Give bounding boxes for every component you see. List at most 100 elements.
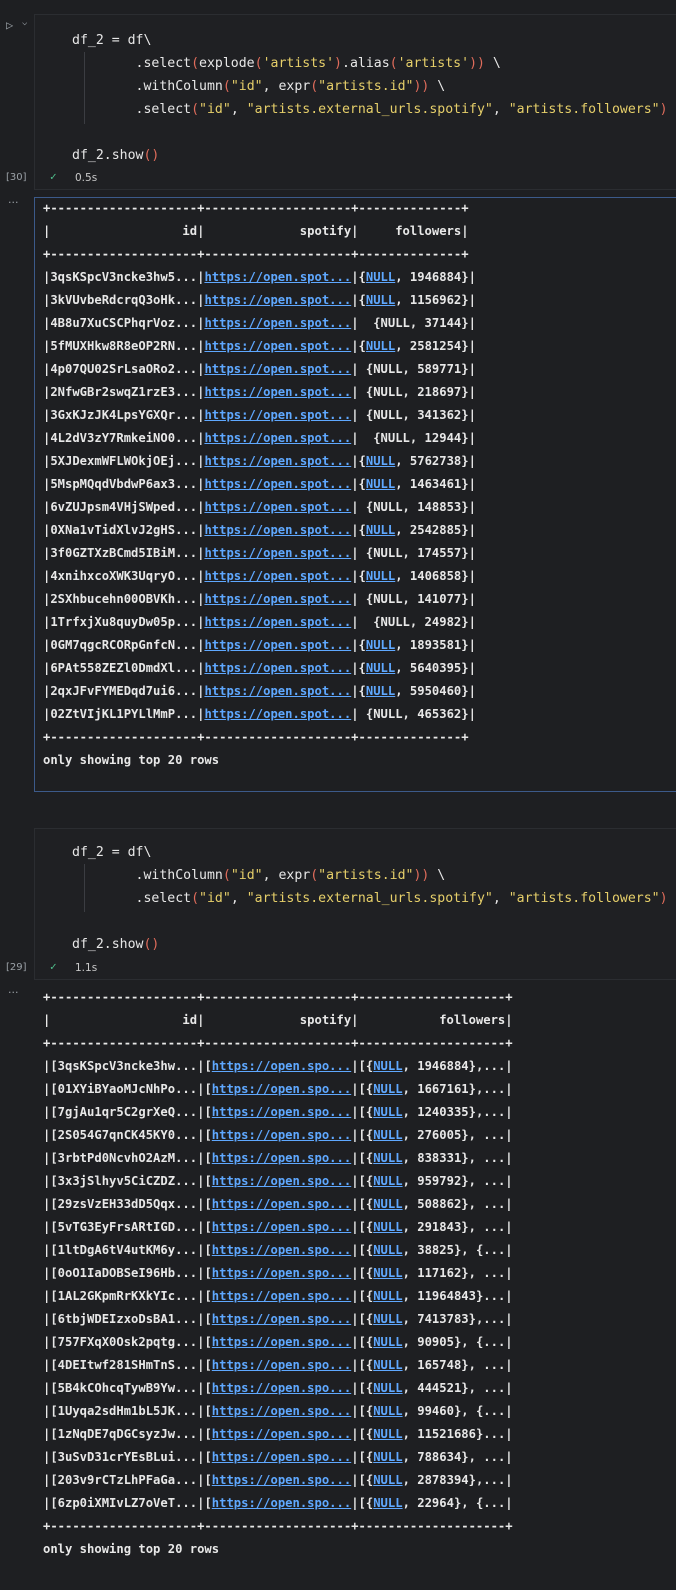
spotify-link[interactable]: https://open.spot...	[204, 684, 351, 698]
null-value[interactable]: NULL	[373, 1473, 402, 1487]
row-id: |2SXhbucehn00OBVKh...|	[43, 592, 205, 606]
spotify-link[interactable]: https://open.spot...	[204, 339, 351, 353]
code-token: (	[191, 891, 200, 906]
spotify-link[interactable]: https://open.spo...	[212, 1473, 351, 1487]
null-value[interactable]: NULL	[373, 1197, 402, 1211]
spotify-link[interactable]: https://open.spot...	[204, 454, 351, 468]
code-token: "artists.followers"	[508, 102, 660, 117]
spotify-link[interactable]: https://open.spo...	[212, 1404, 351, 1418]
null-value[interactable]: NULL	[366, 523, 395, 537]
spotify-link[interactable]: https://open.spot...	[204, 293, 351, 307]
spotify-link[interactable]: https://open.spo...	[212, 1128, 351, 1142]
spotify-link[interactable]: https://open.spo...	[212, 1358, 351, 1372]
null-value[interactable]: NULL	[373, 1358, 402, 1372]
spotify-link[interactable]: https://open.spo...	[212, 1289, 351, 1303]
spotify-link[interactable]: https://open.spo...	[212, 1174, 351, 1188]
spotify-link[interactable]: https://open.spo...	[212, 1151, 351, 1165]
null-value[interactable]: NULL	[373, 1059, 402, 1073]
null-value[interactable]: NULL	[366, 270, 395, 284]
null-value[interactable]: NULL	[373, 1243, 402, 1257]
spotify-link[interactable]: https://open.spo...	[212, 1197, 351, 1211]
spotify-link[interactable]: https://open.spot...	[204, 408, 351, 422]
chevron-down-icon[interactable]: ⌵	[22, 18, 27, 28]
row-followers: | {NULL, 37144}|	[351, 316, 476, 330]
null-value[interactable]: NULL	[366, 339, 395, 353]
null-value[interactable]: NULL	[373, 1266, 402, 1280]
null-value[interactable]: NULL	[373, 1174, 402, 1188]
code-editor-2[interactable]: df_2 = df\ .withColumn("id", expr("artis…	[72, 841, 668, 956]
spotify-link[interactable]: https://open.spot...	[204, 316, 351, 330]
null-value[interactable]: NULL	[366, 638, 395, 652]
table-row: |[3x3jSlhyv5CiCZDZ...|[https://open.spo.…	[43, 1170, 513, 1193]
row-followers: , 5950460}|	[395, 684, 476, 698]
spotify-link[interactable]: https://open.spo...	[212, 1381, 351, 1395]
row-id: |3f0GZTXzBCmd5IBiM...|	[43, 546, 205, 560]
null-value[interactable]: NULL	[373, 1220, 402, 1234]
row-id: |[3qsKSpcV3ncke3hw...|	[43, 1059, 205, 1073]
code-token: )	[334, 56, 342, 71]
null-value[interactable]: NULL	[366, 684, 395, 698]
spotify-link[interactable]: https://open.spot...	[204, 707, 351, 721]
bracket: |[{	[351, 1105, 374, 1119]
table-row: |[1AL2GKpmRrKXkYIc...|[https://open.spo.…	[43, 1285, 513, 1308]
spotify-link[interactable]: https://open.spo...	[212, 1312, 351, 1326]
spotify-link[interactable]: https://open.spo...	[212, 1450, 351, 1464]
spotify-link[interactable]: https://open.spo...	[212, 1335, 351, 1349]
row-followers: | {NULL, 589771}|	[351, 362, 476, 376]
spotify-link[interactable]: https://open.spot...	[204, 431, 351, 445]
null-value[interactable]: NULL	[366, 661, 395, 675]
code-token: .alias	[342, 56, 390, 71]
output-menu-icon[interactable]: ···	[8, 986, 19, 999]
row-id: |6vZUJpsm4VHjSWped...|	[43, 500, 205, 514]
null-value[interactable]: NULL	[373, 1427, 402, 1441]
spotify-link[interactable]: https://open.spot...	[204, 523, 351, 537]
code-editor-1[interactable]: df_2 = df\ .select(explode('artists').al…	[72, 29, 668, 167]
bracket: [	[204, 1473, 212, 1487]
spotify-link[interactable]: https://open.spo...	[212, 1427, 351, 1441]
spotify-link[interactable]: https://open.spot...	[204, 500, 351, 514]
spotify-link[interactable]: https://open.spot...	[204, 362, 351, 376]
null-value[interactable]: NULL	[373, 1105, 402, 1119]
spotify-link[interactable]: https://open.spot...	[204, 592, 351, 606]
null-value[interactable]: NULL	[373, 1450, 402, 1464]
bracket: |[{	[351, 1381, 374, 1395]
null-value[interactable]: NULL	[366, 293, 395, 307]
spotify-link[interactable]: https://open.spot...	[204, 638, 351, 652]
spotify-link[interactable]: https://open.spot...	[204, 615, 351, 629]
row-id: |0GM7qgcRCORpGnfcN...|	[43, 638, 205, 652]
null-value[interactable]: NULL	[366, 454, 395, 468]
null-value[interactable]: NULL	[366, 569, 395, 583]
spotify-link[interactable]: https://open.spo...	[212, 1266, 351, 1280]
spotify-link[interactable]: https://open.spo...	[212, 1082, 351, 1096]
spotify-link[interactable]: https://open.spot...	[204, 661, 351, 675]
null-value[interactable]: NULL	[373, 1312, 402, 1326]
null-value[interactable]: NULL	[373, 1335, 402, 1349]
spotify-link[interactable]: https://open.spot...	[204, 477, 351, 491]
spotify-link[interactable]: https://open.spot...	[204, 270, 351, 284]
null-value[interactable]: NULL	[373, 1082, 402, 1096]
spotify-link[interactable]: https://open.spo...	[212, 1220, 351, 1234]
null-value[interactable]: NULL	[373, 1128, 402, 1142]
spotify-link[interactable]: https://open.spo...	[212, 1105, 351, 1119]
bracket: [	[204, 1312, 212, 1326]
spotify-link[interactable]: https://open.spo...	[212, 1243, 351, 1257]
null-value[interactable]: NULL	[373, 1289, 402, 1303]
row-id: |[1Uyqa2sdHm1bL5JK...|	[43, 1404, 205, 1418]
bracket: [	[204, 1105, 212, 1119]
null-value[interactable]: NULL	[373, 1151, 402, 1165]
spotify-link[interactable]: https://open.spot...	[204, 385, 351, 399]
spotify-link[interactable]: https://open.spot...	[204, 569, 351, 583]
run-cell-icon[interactable]: ▷	[6, 18, 13, 32]
output-menu-icon[interactable]: ···	[8, 196, 19, 209]
spotify-link[interactable]: https://open.spot...	[204, 546, 351, 560]
null-value[interactable]: NULL	[366, 477, 395, 491]
bracket: |[{	[351, 1312, 374, 1326]
null-value[interactable]: NULL	[373, 1404, 402, 1418]
code-token: .select	[72, 102, 192, 117]
null-value[interactable]: NULL	[373, 1381, 402, 1395]
table-row: |[6tbjWDEIzxoDsBA1...|[https://open.spo.…	[43, 1308, 513, 1331]
spotify-link[interactable]: https://open.spo...	[212, 1059, 351, 1073]
bracket: [	[204, 1151, 212, 1165]
spotify-link[interactable]: https://open.spo...	[212, 1496, 351, 1510]
null-value[interactable]: NULL	[373, 1496, 402, 1510]
